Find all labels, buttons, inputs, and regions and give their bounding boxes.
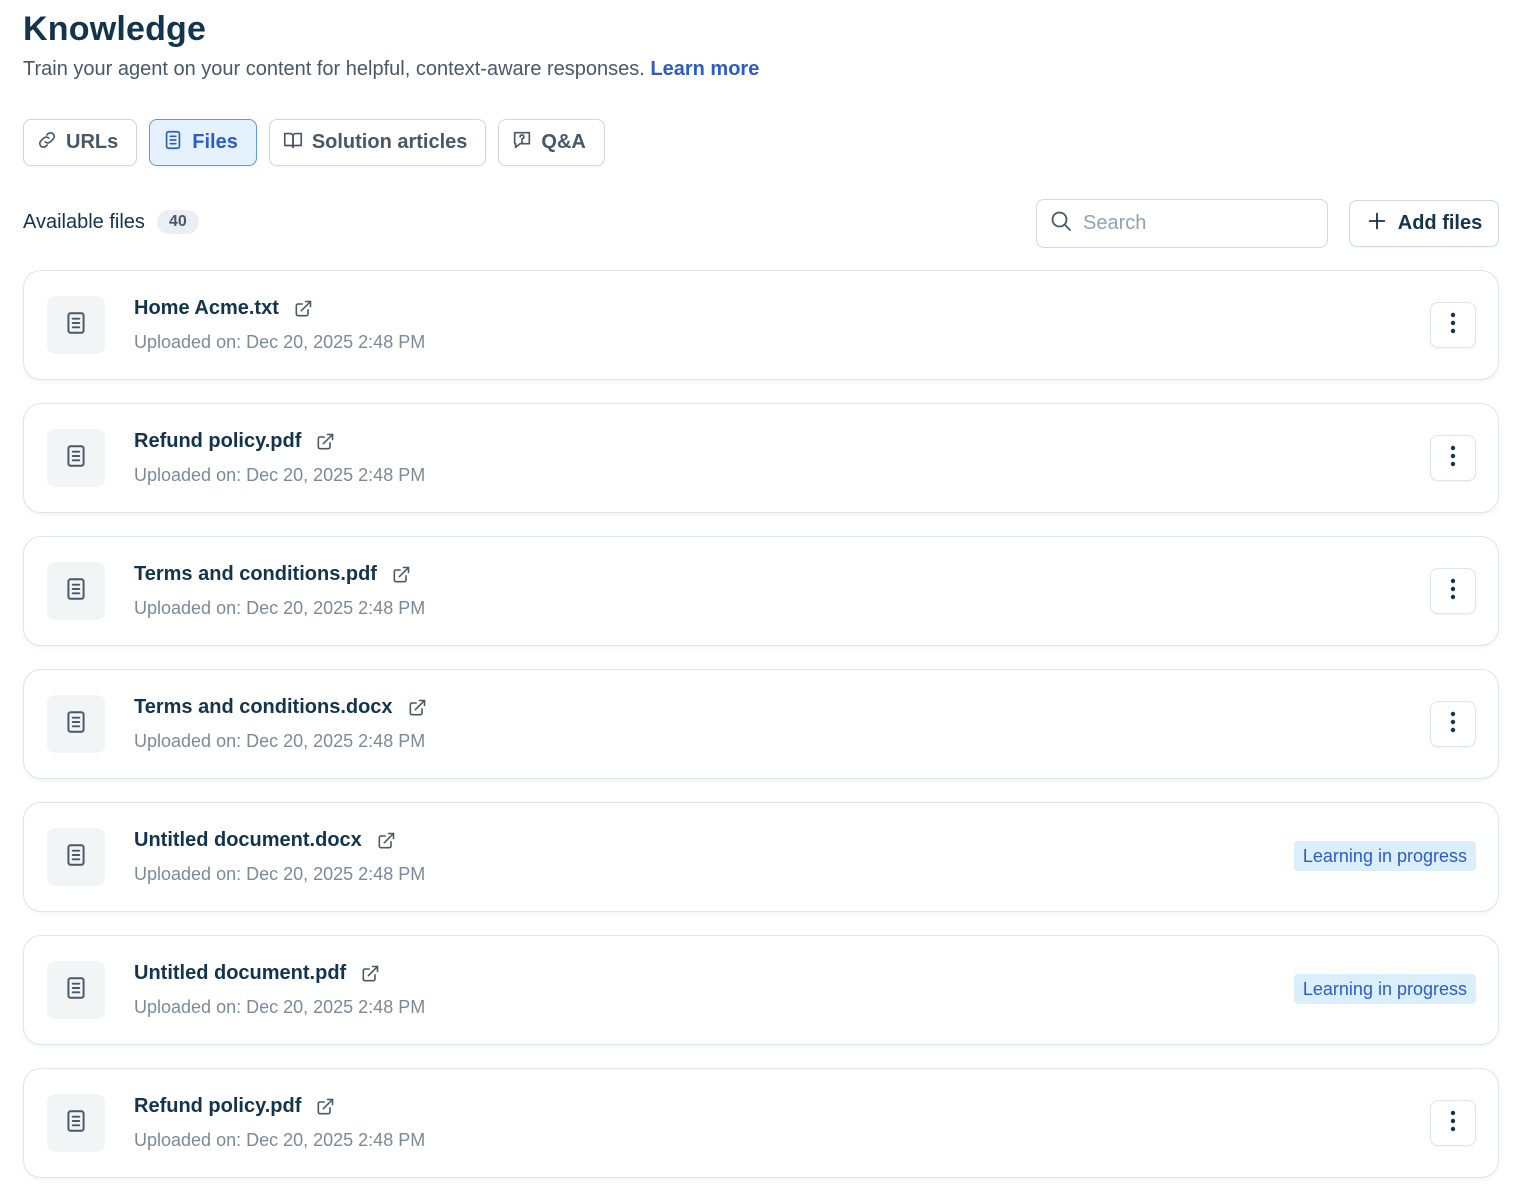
file-name-row: Refund policy.pdf: [134, 430, 335, 453]
file-name[interactable]: Refund policy.pdf: [134, 1095, 301, 1118]
file-card[interactable]: Refund policy.pdf Uploaded on: Dec 20, 2…: [23, 403, 1499, 513]
knowledge-page: Knowledge Train your agent on your conte…: [0, 0, 1516, 1188]
book-icon: [282, 129, 304, 157]
file-card[interactable]: Untitled document.docx Uploaded on: Dec …: [23, 802, 1499, 912]
file-name-row: Home Acme.txt: [134, 297, 313, 320]
tab-solution-articles[interactable]: Solution articles: [268, 119, 487, 166]
file-list: Home Acme.txt Uploaded on: Dec 20, 2025 …: [23, 270, 1499, 1188]
document-icon: [63, 576, 89, 607]
file-name-row: Terms and conditions.pdf: [134, 563, 411, 586]
tab-label: Solution articles: [311, 131, 468, 153]
file-name[interactable]: Terms and conditions.pdf: [134, 563, 377, 586]
tab-urls[interactable]: URLs: [23, 119, 138, 166]
available-files-header: Available files 40: [23, 210, 199, 234]
file-upload-date: Uploaded on: Dec 20, 2025 2:48 PM: [134, 864, 426, 884]
kebab-menu-icon: [1450, 444, 1456, 473]
file-card[interactable]: Untitled document.pdf Uploaded on: Dec 2…: [23, 935, 1499, 1045]
file-name-row: Terms and conditions.docx: [134, 696, 427, 719]
more-options-button[interactable]: [1430, 701, 1476, 747]
kebab-menu-icon: [1450, 1109, 1456, 1138]
document-icon: [63, 842, 89, 873]
learning-status-badge: Learning in progress: [1293, 841, 1476, 871]
file-card[interactable]: Refund policy.pdf Uploaded on: Dec 20, 2…: [23, 1068, 1499, 1178]
learn-more-link[interactable]: Learn more: [650, 58, 759, 80]
file-card[interactable]: Home Acme.txt Uploaded on: Dec 20, 2025 …: [23, 270, 1499, 380]
file-name[interactable]: Untitled document.pdf: [134, 962, 346, 985]
link-icon: [36, 129, 58, 157]
search-input[interactable]: [1083, 212, 1315, 235]
file-card[interactable]: Terms and conditions.docx Uploaded on: D…: [23, 669, 1499, 779]
file-thumbnail: [47, 961, 105, 1019]
file-thumbnail: [47, 296, 105, 354]
file-name-row: Untitled document.pdf: [134, 962, 380, 985]
document-icon: [63, 310, 89, 341]
page-subtitle: Train your agent on your content for hel…: [23, 58, 759, 81]
add-files-label: Add files: [1397, 212, 1483, 234]
file-name[interactable]: Terms and conditions.docx: [134, 696, 393, 719]
more-options-button[interactable]: [1430, 435, 1476, 481]
subtitle-text: Train your agent on your content for hel…: [23, 58, 645, 80]
file-upload-date: Uploaded on: Dec 20, 2025 2:48 PM: [134, 997, 426, 1017]
kebab-menu-icon: [1450, 710, 1456, 739]
external-link-icon[interactable]: [376, 831, 396, 851]
files-count-badge: 40: [156, 210, 199, 234]
tab-label: Q&A: [541, 131, 586, 153]
external-link-icon[interactable]: [407, 698, 427, 718]
file-thumbnail: [47, 429, 105, 487]
file-upload-date: Uploaded on: Dec 20, 2025 2:48 PM: [134, 465, 426, 485]
file-thumbnail: [47, 562, 105, 620]
question-chat-icon: [511, 129, 533, 157]
external-link-icon[interactable]: [315, 432, 335, 452]
file-upload-date: Uploaded on: Dec 20, 2025 2:48 PM: [134, 332, 426, 352]
knowledge-tabs: URLs Files Solution articles Q&A: [23, 119, 605, 166]
search-icon: [1049, 209, 1073, 238]
file-upload-date: Uploaded on: Dec 20, 2025 2:48 PM: [134, 598, 426, 618]
kebab-menu-icon: [1450, 577, 1456, 606]
file-thumbnail: [47, 695, 105, 753]
file-name[interactable]: Untitled document.docx: [134, 829, 362, 852]
plus-icon: [1366, 210, 1388, 238]
page-title: Knowledge: [23, 10, 207, 48]
document-icon: [63, 709, 89, 740]
file-name-row: Untitled document.docx: [134, 829, 396, 852]
tab-files[interactable]: Files: [149, 119, 257, 166]
available-files-label: Available files: [23, 210, 145, 233]
file-upload-date: Uploaded on: Dec 20, 2025 2:48 PM: [134, 731, 426, 751]
document-icon: [162, 129, 184, 157]
file-card[interactable]: Terms and conditions.pdf Uploaded on: De…: [23, 536, 1499, 646]
tab-qa[interactable]: Q&A: [498, 119, 605, 166]
file-name[interactable]: Home Acme.txt: [134, 297, 279, 320]
external-link-icon[interactable]: [293, 299, 313, 319]
add-files-button[interactable]: Add files: [1349, 200, 1499, 247]
file-name-row: Refund policy.pdf: [134, 1095, 335, 1118]
file-upload-date: Uploaded on: Dec 20, 2025 2:48 PM: [134, 1130, 426, 1150]
external-link-icon[interactable]: [391, 565, 411, 585]
tab-label: URLs: [66, 131, 119, 153]
kebab-menu-icon: [1450, 311, 1456, 340]
search-box[interactable]: [1036, 199, 1328, 248]
learning-status-badge: Learning in progress: [1293, 974, 1476, 1004]
file-name[interactable]: Refund policy.pdf: [134, 430, 301, 453]
file-thumbnail: [47, 1094, 105, 1152]
file-thumbnail: [47, 828, 105, 886]
more-options-button[interactable]: [1430, 302, 1476, 348]
tab-label: Files: [192, 131, 238, 153]
document-icon: [63, 443, 89, 474]
external-link-icon[interactable]: [360, 964, 380, 984]
more-options-button[interactable]: [1430, 1100, 1476, 1146]
external-link-icon[interactable]: [315, 1097, 335, 1117]
more-options-button[interactable]: [1430, 568, 1476, 614]
document-icon: [63, 975, 89, 1006]
document-icon: [63, 1108, 89, 1139]
